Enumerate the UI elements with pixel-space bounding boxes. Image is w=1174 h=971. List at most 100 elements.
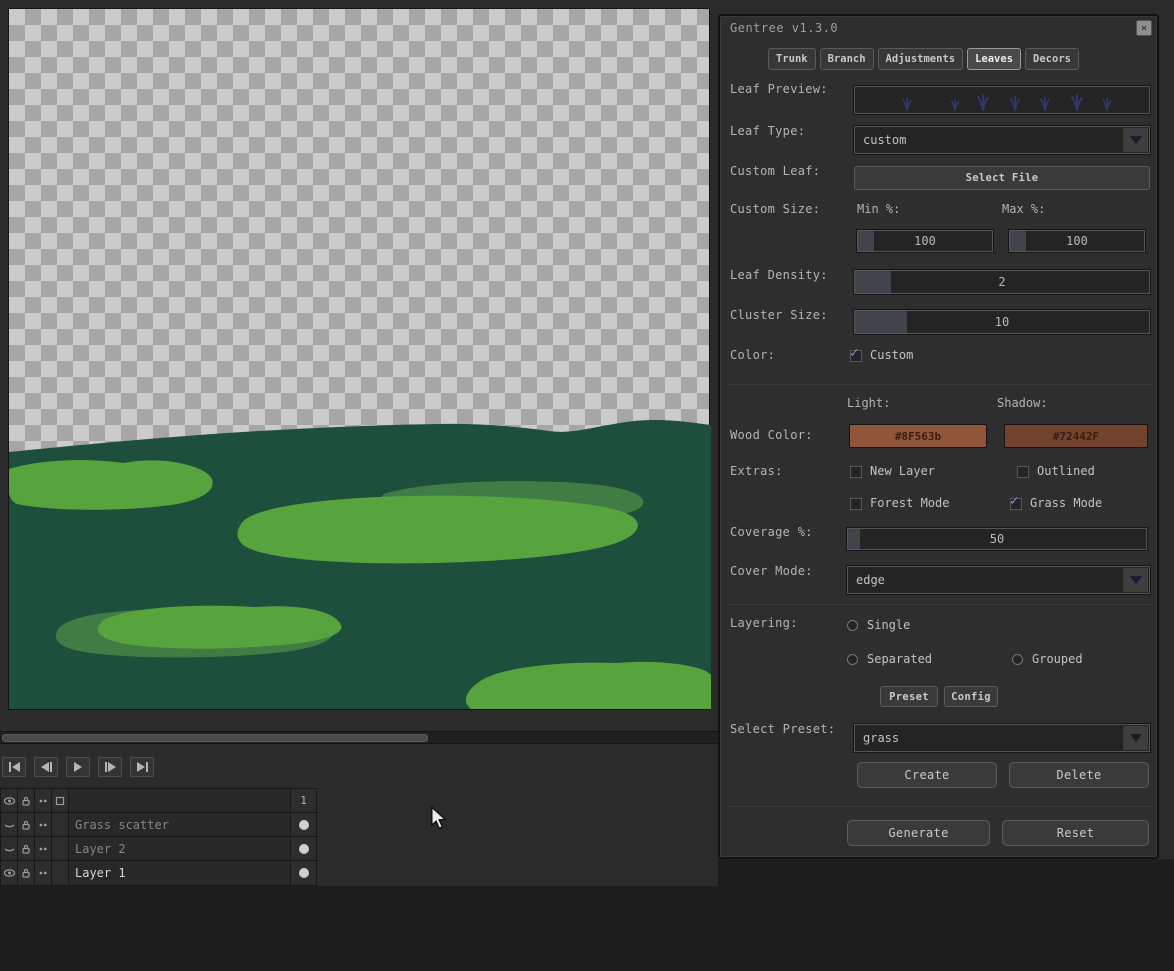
check-icon: ✓ <box>850 345 859 361</box>
cluster-size-slider[interactable]: 10 <box>853 309 1151 335</box>
cluster-size-value: 10 <box>994 315 1010 329</box>
cel-dot <box>298 819 309 830</box>
coverage-value: 50 <box>989 532 1005 546</box>
chevron-down-icon <box>1129 136 1142 144</box>
horizontal-scrollbar[interactable] <box>0 731 718 744</box>
separated-radio[interactable] <box>847 654 858 665</box>
visibility-all-toggle[interactable] <box>1 789 18 812</box>
new-layer-checkbox[interactable] <box>850 466 862 478</box>
tab-decors[interactable]: Decors <box>1025 48 1079 70</box>
layer-row-layer-1[interactable]: Layer 1 <box>1 861 316 885</box>
leaf-preview-label: Leaf Preview: <box>730 82 828 96</box>
tab-leaves[interactable]: Leaves <box>967 48 1022 70</box>
layer-visibility-toggle[interactable] <box>1 837 18 860</box>
coverage-slider[interactable]: 50 <box>846 527 1148 551</box>
pixel-canvas[interactable] <box>8 8 711 710</box>
dialog-title: Gentree v1.3.0 <box>730 21 839 35</box>
separator <box>728 384 1152 385</box>
play-icon <box>74 762 82 772</box>
custom-color-checkbox[interactable]: ✓ <box>850 345 862 362</box>
layer-row-layer-2[interactable]: Layer 2 <box>1 837 316 861</box>
grouped-radio[interactable] <box>1012 654 1023 665</box>
grass-mode-checkbox[interactable]: ✓ <box>1010 493 1022 510</box>
layer-name[interactable]: Grass scatter <box>69 813 291 836</box>
new-layer-checkbox-label: New Layer <box>870 464 936 478</box>
min-percent-slider[interactable]: 100 <box>856 229 994 253</box>
layer-lock-toggle[interactable] <box>18 861 35 885</box>
layer-cel[interactable] <box>291 861 316 885</box>
lock-all-toggle[interactable] <box>18 789 35 812</box>
layer-visibility-toggle[interactable] <box>1 861 18 885</box>
min-percent-value: 100 <box>914 234 936 248</box>
config-button[interactable]: Config <box>944 686 998 707</box>
app-window: 1 Grass scatter Layer 2 Layer 1 Gentree … <box>0 0 1174 971</box>
layer-lock-toggle[interactable] <box>18 837 35 860</box>
custom-size-label: Custom Size: <box>730 202 821 216</box>
wood-color-label: Wood Color: <box>730 428 813 442</box>
wood-light-swatch[interactable]: #8F563b <box>849 424 987 448</box>
shadow-label: Shadow: <box>997 396 1048 410</box>
layer-name[interactable]: Layer 1 <box>69 861 291 885</box>
wood-shadow-swatch[interactable]: #72442F <box>1004 424 1148 448</box>
layer-cel[interactable] <box>291 813 316 836</box>
next-frame-button[interactable] <box>98 757 122 777</box>
header-spacer <box>69 789 291 812</box>
cover-mode-dropdown[interactable]: edge <box>846 565 1151 595</box>
preset-button[interactable]: Preset <box>880 686 938 707</box>
dropdown-arrow-button[interactable] <box>1122 726 1148 750</box>
select-file-button[interactable]: Select File <box>854 166 1150 190</box>
single-radio[interactable] <box>847 620 858 631</box>
grouped-radio-label: Grouped <box>1032 652 1083 666</box>
timeline-header-row: 1 <box>1 789 316 813</box>
chevron-down-icon <box>1129 734 1142 742</box>
select-preset-dropdown[interactable]: grass <box>853 723 1151 753</box>
layer-lock-toggle[interactable] <box>18 813 35 836</box>
generate-button[interactable]: Generate <box>847 820 990 846</box>
first-frame-button[interactable] <box>2 757 26 777</box>
tab-branch[interactable]: Branch <box>819 48 874 70</box>
gentree-dialog: Gentree v1.3.0 ✕ Trunk Branch Adjustment… <box>718 14 1159 859</box>
dropdown-arrow-button[interactable] <box>1122 128 1148 152</box>
last-frame-button[interactable] <box>130 757 154 777</box>
outlined-checkbox[interactable] <box>1017 466 1029 478</box>
layer-continuous-toggle[interactable] <box>35 837 52 860</box>
layer-continuous-toggle[interactable] <box>35 813 52 836</box>
dots-icon <box>39 799 47 802</box>
check-icon: ✓ <box>1010 493 1019 509</box>
reset-button[interactable]: Reset <box>1002 820 1149 846</box>
cel-dot <box>298 843 309 854</box>
close-icon: ✕ <box>1140 22 1148 34</box>
prev-frame-button[interactable] <box>34 757 58 777</box>
layer-extra-cell <box>52 861 69 885</box>
leaf-density-slider[interactable]: 2 <box>853 269 1151 295</box>
scrollbar-thumb[interactable] <box>2 734 428 742</box>
max-percent-slider[interactable]: 100 <box>1008 229 1146 253</box>
layer-name[interactable]: Layer 2 <box>69 837 291 860</box>
create-button[interactable]: Create <box>857 762 997 788</box>
frame-number[interactable]: 1 <box>291 789 316 812</box>
layer-row-grass-scatter[interactable]: Grass scatter <box>1 813 316 837</box>
tab-trunk[interactable]: Trunk <box>768 48 816 70</box>
cover-mode-label: Cover Mode: <box>730 564 813 578</box>
tab-bar: Trunk Branch Adjustments Leaves Decors <box>768 48 1079 70</box>
layer-cel[interactable] <box>291 837 316 860</box>
layer-continuous-toggle[interactable] <box>35 861 52 885</box>
select-preset-label: Select Preset: <box>730 722 836 736</box>
close-button[interactable]: ✕ <box>1136 20 1152 36</box>
custom-leaf-label: Custom Leaf: <box>730 164 821 178</box>
delete-button[interactable]: Delete <box>1009 762 1149 788</box>
layer-visibility-toggle[interactable] <box>1 813 18 836</box>
expand-toggle[interactable] <box>52 789 69 812</box>
dots-icon <box>39 847 47 850</box>
dropdown-arrow-button[interactable] <box>1122 568 1148 592</box>
lock-icon <box>22 868 30 878</box>
tab-adjustments[interactable]: Adjustments <box>877 48 964 70</box>
prev-icon <box>40 762 49 772</box>
play-button[interactable] <box>66 757 90 777</box>
layer-extra-cell <box>52 837 69 860</box>
continuous-all-toggle[interactable] <box>35 789 52 812</box>
playback-controls <box>2 757 154 777</box>
color-label: Color: <box>730 348 776 362</box>
forest-mode-checkbox[interactable] <box>850 498 862 510</box>
leaf-type-dropdown[interactable]: custom <box>853 125 1151 155</box>
